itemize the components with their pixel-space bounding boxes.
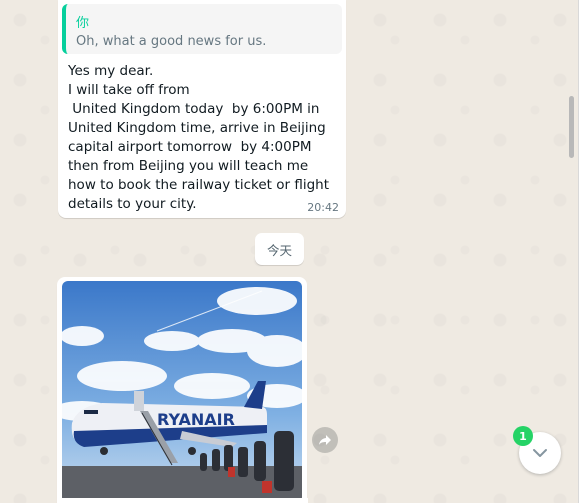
incoming-message[interactable]: 你 Oh, what a good news for us. Yes my de…: [58, 0, 346, 218]
quoted-message[interactable]: 你 Oh, what a good news for us.: [62, 4, 342, 54]
quoted-text: Oh, what a good news for us.: [76, 34, 267, 49]
next-message-edge: [60, 498, 308, 503]
scrollbar-thumb[interactable]: [569, 96, 574, 158]
forward-icon: [319, 435, 331, 445]
scrollbar-track[interactable]: [569, 0, 575, 503]
message-time: 20:42: [307, 201, 339, 214]
airplane-photo[interactable]: RYANAIR: [62, 281, 302, 503]
date-separator: 今天: [255, 233, 304, 265]
unread-count-badge: 1: [513, 426, 533, 446]
image-message[interactable]: RYANAIR: [57, 277, 307, 503]
airline-name: RYANAIR: [157, 410, 235, 429]
chevron-down-icon: [533, 449, 547, 457]
message-text: Yes my dear. I will take off from United…: [68, 63, 330, 212]
quoted-author: 你: [76, 16, 90, 31]
forward-button[interactable]: [312, 427, 338, 453]
airplane-photo-art: RYANAIR: [62, 281, 302, 503]
